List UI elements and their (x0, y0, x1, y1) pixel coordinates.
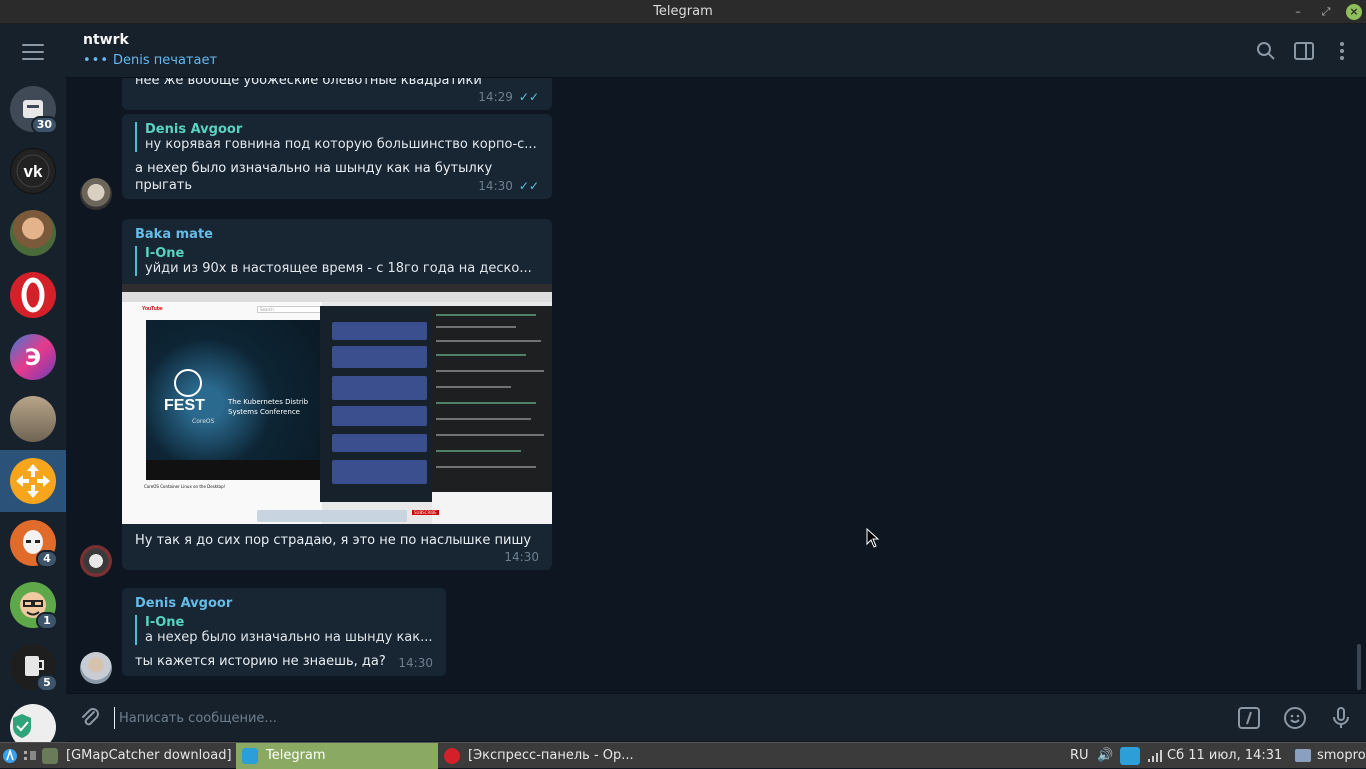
sender-avatar[interactable] (80, 652, 112, 684)
unread-badge: 1 (36, 612, 58, 630)
microphone-icon[interactable] (1329, 706, 1353, 730)
telegram-tray-icon[interactable] (1120, 747, 1140, 765)
maximize-icon[interactable]: ⤢ (1318, 4, 1334, 20)
reply-quote[interactable]: Denis Avgoor ну корявая говнина под кото… (135, 122, 539, 152)
message-time: 14:30 ✓✓ (478, 179, 539, 193)
message-text: Ну так я до сих пор страдаю, я это не по… (135, 533, 532, 548)
message-list: нее же вообще убожеские блевотные квадра… (66, 78, 1356, 693)
opera-logo-icon (21, 277, 45, 313)
svg-text:vk: vk (24, 162, 43, 181)
window-title: Telegram (653, 4, 713, 19)
sidebar-chat-cartoon[interactable]: 1 (10, 582, 58, 630)
sidebar-chat-app[interactable]: Э (10, 334, 56, 380)
sidebar-chat-shield[interactable] (10, 704, 56, 742)
message[interactable]: нее же вообще убожеские блевотные квадра… (122, 78, 552, 110)
emoji-icon[interactable] (1283, 706, 1307, 730)
message-text: нее же вообще убожеские блевотные квадра… (135, 78, 482, 88)
photo-attachment[interactable]: YouTube Search FEST CoreOS The Kubernete… (122, 284, 552, 524)
minimize-icon[interactable]: – (1290, 4, 1306, 20)
sidebar-chat-stormtrooper[interactable]: 4 (10, 520, 58, 568)
opera-icon (444, 748, 460, 764)
attach-icon[interactable] (78, 706, 102, 730)
clock[interactable]: Сб 11 июл, 14:31 (1167, 743, 1282, 769)
chat-title[interactable]: ntwrk (83, 32, 129, 48)
message[interactable]: Baka mate I-One уйди из 90х в настоящее … (122, 219, 552, 570)
more-options-icon[interactable] (1331, 40, 1353, 62)
user-name[interactable]: smopro (1317, 743, 1366, 769)
message-text: ты кажется историю не знаешь, да? (135, 654, 386, 669)
message-composer (66, 693, 1366, 741)
message-time: 14:30 (398, 656, 433, 670)
reply-author: Denis Avgoor (145, 122, 243, 137)
sidebar-chat-mug[interactable]: 5 (10, 644, 58, 692)
sender-avatar[interactable] (80, 178, 112, 210)
typing-status: ••• Denis печатает (83, 53, 218, 68)
sidebar-chat-selected[interactable] (0, 450, 66, 512)
shield-icon (13, 714, 31, 738)
sidebar-chat-opera[interactable] (10, 272, 56, 318)
reply-text: уйди из 90х в настоящее время - с 18го г… (145, 261, 532, 276)
unread-badge: 30 (30, 116, 58, 134)
sidebar-chat-user[interactable] (10, 210, 56, 256)
reply-text: а нехер было изначально на шынду как... (145, 630, 433, 645)
reply-quote[interactable]: I-One а нехер было изначально на шынду к… (135, 615, 433, 645)
message-sender[interactable]: Denis Avgoor (135, 596, 433, 611)
message-time: 14:29 ✓✓ (478, 90, 539, 104)
close-icon[interactable]: × (1346, 4, 1362, 20)
reply-text: ну корявая говнина под которую большинст… (145, 137, 537, 152)
vk-logo-icon: vk (11, 149, 55, 193)
chat-sidebar: 30 vk Э 4 1 5 (0, 24, 66, 742)
taskbar-task[interactable]: [Экспресс-панель - Op... (438, 743, 658, 769)
site-search: Search (257, 306, 322, 313)
arrows-logo-icon (10, 458, 56, 504)
site-logo: YouTube (142, 306, 163, 312)
message[interactable]: Denis Avgoor I-One а нехер было изначаль… (122, 588, 446, 676)
reply-author: I-One (145, 246, 185, 261)
title-bar: Telegram – ⤢ × (0, 0, 1366, 24)
chat-header: ntwrk ••• Denis печатает (66, 24, 1366, 78)
message-time: 14:30 (504, 550, 539, 564)
keyboard-layout[interactable]: RU (1070, 743, 1089, 769)
message-input[interactable] (114, 707, 1214, 729)
sidebar-chat-room[interactable] (10, 396, 56, 442)
app-logo-icon: Э (25, 346, 41, 371)
banner-line: Systems Conference (228, 408, 300, 416)
taskbar-task[interactable]: [GMapCatcher download] (36, 743, 236, 769)
menu-icon[interactable] (22, 44, 44, 60)
message-sender[interactable]: Baka mate (135, 227, 539, 242)
reply-quote[interactable]: I-One уйди из 90х в настоящее время - с … (135, 246, 539, 276)
network-signal-icon[interactable] (1147, 749, 1163, 763)
sender-avatar[interactable] (80, 545, 112, 577)
unread-badge: 4 (36, 550, 58, 568)
user-icon (1295, 749, 1311, 762)
telegram-icon (242, 748, 258, 764)
banner-title: FEST (164, 397, 205, 414)
subscribe-button: SUBSCRIBE (412, 510, 439, 515)
read-checks-icon: ✓✓ (518, 90, 539, 104)
gmapcatcher-icon (42, 748, 58, 764)
video-title: CoreOS Container Linux on the Desktop! (144, 484, 226, 489)
mouse-cursor-icon (866, 528, 880, 548)
taskbar-task-active[interactable]: Telegram (236, 743, 438, 769)
banner-sub: CoreOS (192, 418, 215, 425)
unread-badge: 5 (36, 674, 58, 692)
read-checks-icon: ✓✓ (518, 179, 539, 193)
bot-commands-icon[interactable] (1237, 706, 1261, 730)
app-menu-icon[interactable] (3, 748, 17, 764)
banner-line: The Kubernetes Distrib (228, 398, 309, 406)
message[interactable]: Denis Avgoor ну корявая говнина под кото… (122, 114, 552, 199)
svg-text:Э: Э (25, 346, 41, 371)
message-scrollbar[interactable] (1357, 644, 1361, 690)
reply-author: I-One (145, 615, 185, 630)
volume-icon[interactable]: 🔊 (1097, 743, 1113, 769)
sidebar-toggle-icon[interactable] (1293, 40, 1315, 62)
system-taskbar: [GMapCatcher download] Telegram [Экспрес… (0, 742, 1366, 769)
sidebar-chat-vk[interactable]: vk (10, 148, 56, 194)
search-icon[interactable] (1255, 40, 1277, 62)
sidebar-chat-saved[interactable]: 30 (10, 86, 58, 134)
